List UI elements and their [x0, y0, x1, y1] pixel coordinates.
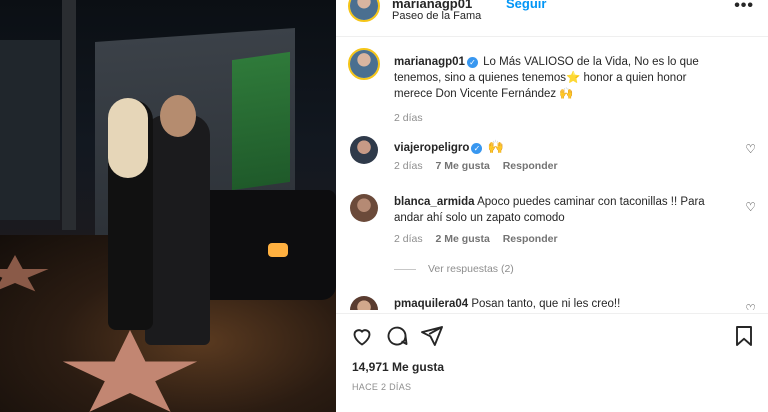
likes-count[interactable]: 14,971 Me gusta	[352, 360, 444, 374]
caption-text-block: marianagp01 ✓ Lo Más VALIOSO de la Vida, …	[394, 54, 724, 102]
comment-likes[interactable]: 2 Me gusta	[436, 233, 490, 245]
view-replies-label: Ver respuestas (2)	[428, 263, 514, 275]
bookmark-icon[interactable]	[732, 324, 756, 348]
photo-billboard	[232, 51, 290, 191]
photo-pole	[62, 0, 76, 230]
comment-time[interactable]: 2 días	[394, 233, 423, 245]
share-icon[interactable]	[420, 324, 444, 348]
heart-icon[interactable]: ♡	[745, 200, 756, 214]
post-time-ago[interactable]: HACE 2 DÍAS	[352, 382, 411, 392]
comment-text: 🙌	[487, 139, 504, 154]
photo-man-head	[160, 95, 196, 137]
caption-username[interactable]: marianagp01	[394, 56, 465, 68]
photo-building-left	[0, 40, 60, 220]
location-link[interactable]: Paseo de la Fama	[392, 10, 481, 22]
verified-icon: ✓	[471, 143, 483, 154]
reply-button[interactable]: Responder	[503, 233, 558, 245]
post-photo[interactable]	[0, 0, 336, 412]
more-icon[interactable]: •••	[734, 0, 754, 15]
comment-username[interactable]: pmaquilera04	[394, 298, 468, 310]
follow-button[interactable]: Seguir	[506, 0, 546, 11]
photo-car-light	[268, 243, 288, 257]
comment-text-block: viajeropeligro ✓ 🙌	[394, 139, 724, 156]
comment-text-block: blanca_armida Apoco puedes caminar con t…	[394, 194, 724, 226]
comment-likes[interactable]: 7 Me gusta	[436, 160, 490, 172]
comment-meta: 2 días 7 Me gusta Responder	[394, 160, 568, 172]
comment-text-block: pmaquilera04 Posan tanto, que ni les cre…	[394, 296, 724, 310]
comment-username[interactable]: viajeropeligro	[394, 142, 469, 154]
comment-time[interactable]: 2 días	[394, 160, 423, 172]
comment-avatar[interactable]	[350, 136, 378, 164]
caption-avatar[interactable]	[348, 48, 380, 80]
photo-woman-hair	[108, 98, 148, 178]
comment-text: Posan tanto, que ni les creo!!	[471, 298, 621, 310]
post-header: marianagp01 Seguir Paseo de la Fama •••	[336, 0, 768, 37]
comment-username[interactable]: blanca_armida	[394, 196, 475, 208]
heart-icon[interactable]: ♡	[745, 142, 756, 156]
action-bar: 14,971 Me gusta HACE 2 DÍAS	[336, 313, 768, 412]
verified-icon: ✓	[466, 57, 478, 68]
reply-button[interactable]: Responder	[503, 160, 558, 172]
caption-time[interactable]: 2 días	[394, 112, 423, 124]
replies-divider	[394, 268, 416, 270]
heart-icon[interactable]: ♡	[745, 302, 756, 310]
header-avatar[interactable]	[348, 0, 380, 22]
photo-car	[190, 190, 336, 300]
comments-list[interactable]: marianagp01 ✓ Lo Más VALIOSO de la Vida, …	[336, 38, 768, 310]
photo-man	[145, 115, 210, 345]
comment-icon[interactable]	[385, 324, 409, 348]
post-panel: marianagp01 Seguir Paseo de la Fama ••• …	[336, 0, 768, 412]
comment-meta: 2 días 2 Me gusta Responder	[394, 233, 568, 245]
view-replies-button[interactable]: Ver respuestas (2)	[394, 263, 514, 275]
caption-meta: 2 días	[394, 112, 433, 124]
comment-avatar[interactable]	[350, 296, 378, 310]
heart-icon[interactable]	[350, 324, 374, 348]
comment-avatar[interactable]	[350, 194, 378, 222]
